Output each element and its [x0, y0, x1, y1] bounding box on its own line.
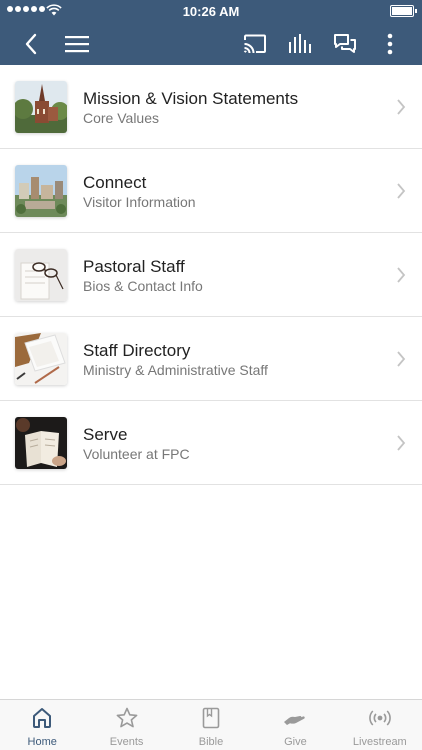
list-item-subtitle: Bios & Contact Info [83, 278, 203, 294]
tab-label: Events [109, 736, 144, 748]
menu-list: Mission & Vision Statements Core Values … [0, 65, 422, 485]
church-building-thumbnail [15, 81, 67, 133]
list-item-subtitle: Volunteer at FPC [83, 446, 190, 462]
battery-icon [390, 5, 417, 17]
tab-events[interactable]: Events [84, 700, 168, 750]
chevron-right-icon [397, 99, 406, 115]
tab-livestream[interactable]: Livestream [338, 700, 422, 750]
status-time: 10:26 AM [182, 4, 240, 19]
tab-bible[interactable]: Bible [169, 700, 253, 750]
navigation-bar [0, 22, 422, 65]
chevron-left-icon [25, 33, 37, 54]
list-item-title: Staff Directory [83, 341, 191, 360]
home-icon [33, 708, 52, 728]
list-item-subtitle: Core Values [83, 110, 160, 126]
list-item[interactable]: Mission & Vision Statements Core Values [0, 65, 422, 149]
menu-button[interactable] [62, 22, 92, 65]
audio-button[interactable] [285, 22, 315, 65]
tab-bar: Home Events Bible Give Livestream [0, 699, 422, 750]
list-item-subtitle: Visitor Information [83, 194, 196, 210]
star-icon [116, 707, 138, 728]
chevron-right-icon [397, 183, 406, 199]
chat-icon [334, 33, 356, 53]
chevron-right-icon [397, 267, 406, 283]
open-bible-thumbnail [15, 417, 67, 469]
tab-label: Bible [198, 736, 224, 748]
book-icon [202, 707, 220, 729]
messages-button[interactable] [330, 22, 360, 65]
back-button[interactable] [18, 22, 44, 65]
tab-give[interactable]: Give [253, 700, 337, 750]
more-options-button[interactable] [378, 22, 402, 65]
list-item-title: Serve [83, 425, 128, 444]
tab-home[interactable]: Home [0, 700, 84, 750]
tab-label: Home [27, 736, 57, 748]
chevron-right-icon [397, 435, 406, 451]
list-item[interactable]: Serve Volunteer at FPC [0, 401, 422, 485]
glasses-on-book-thumbnail [15, 249, 67, 301]
list-item[interactable]: Pastoral Staff Bios & Contact Info [0, 233, 422, 317]
broadcast-icon [368, 710, 391, 726]
cast-icon [243, 34, 266, 53]
status-bar: 10:26 AM [0, 0, 422, 22]
cast-button[interactable] [240, 22, 270, 65]
tab-label: Give [284, 736, 307, 748]
tab-label: Livestream [352, 736, 407, 748]
chevron-right-icon [397, 351, 406, 367]
city-view-thumbnail [15, 165, 67, 217]
hand-icon [284, 715, 306, 725]
list-item[interactable]: Connect Visitor Information [0, 149, 422, 233]
audio-bars-icon [289, 33, 311, 53]
list-item-title: Mission & Vision Statements [83, 89, 299, 108]
list-item-title: Connect [83, 173, 147, 192]
list-item-title: Pastoral Staff [83, 257, 185, 276]
list-item[interactable]: Staff Directory Ministry & Administrativ… [0, 317, 422, 401]
list-item-subtitle: Ministry & Administrative Staff [83, 362, 268, 378]
more-vertical-icon [387, 33, 393, 54]
notebook-thumbnail [15, 333, 67, 385]
hamburger-icon [65, 35, 89, 52]
